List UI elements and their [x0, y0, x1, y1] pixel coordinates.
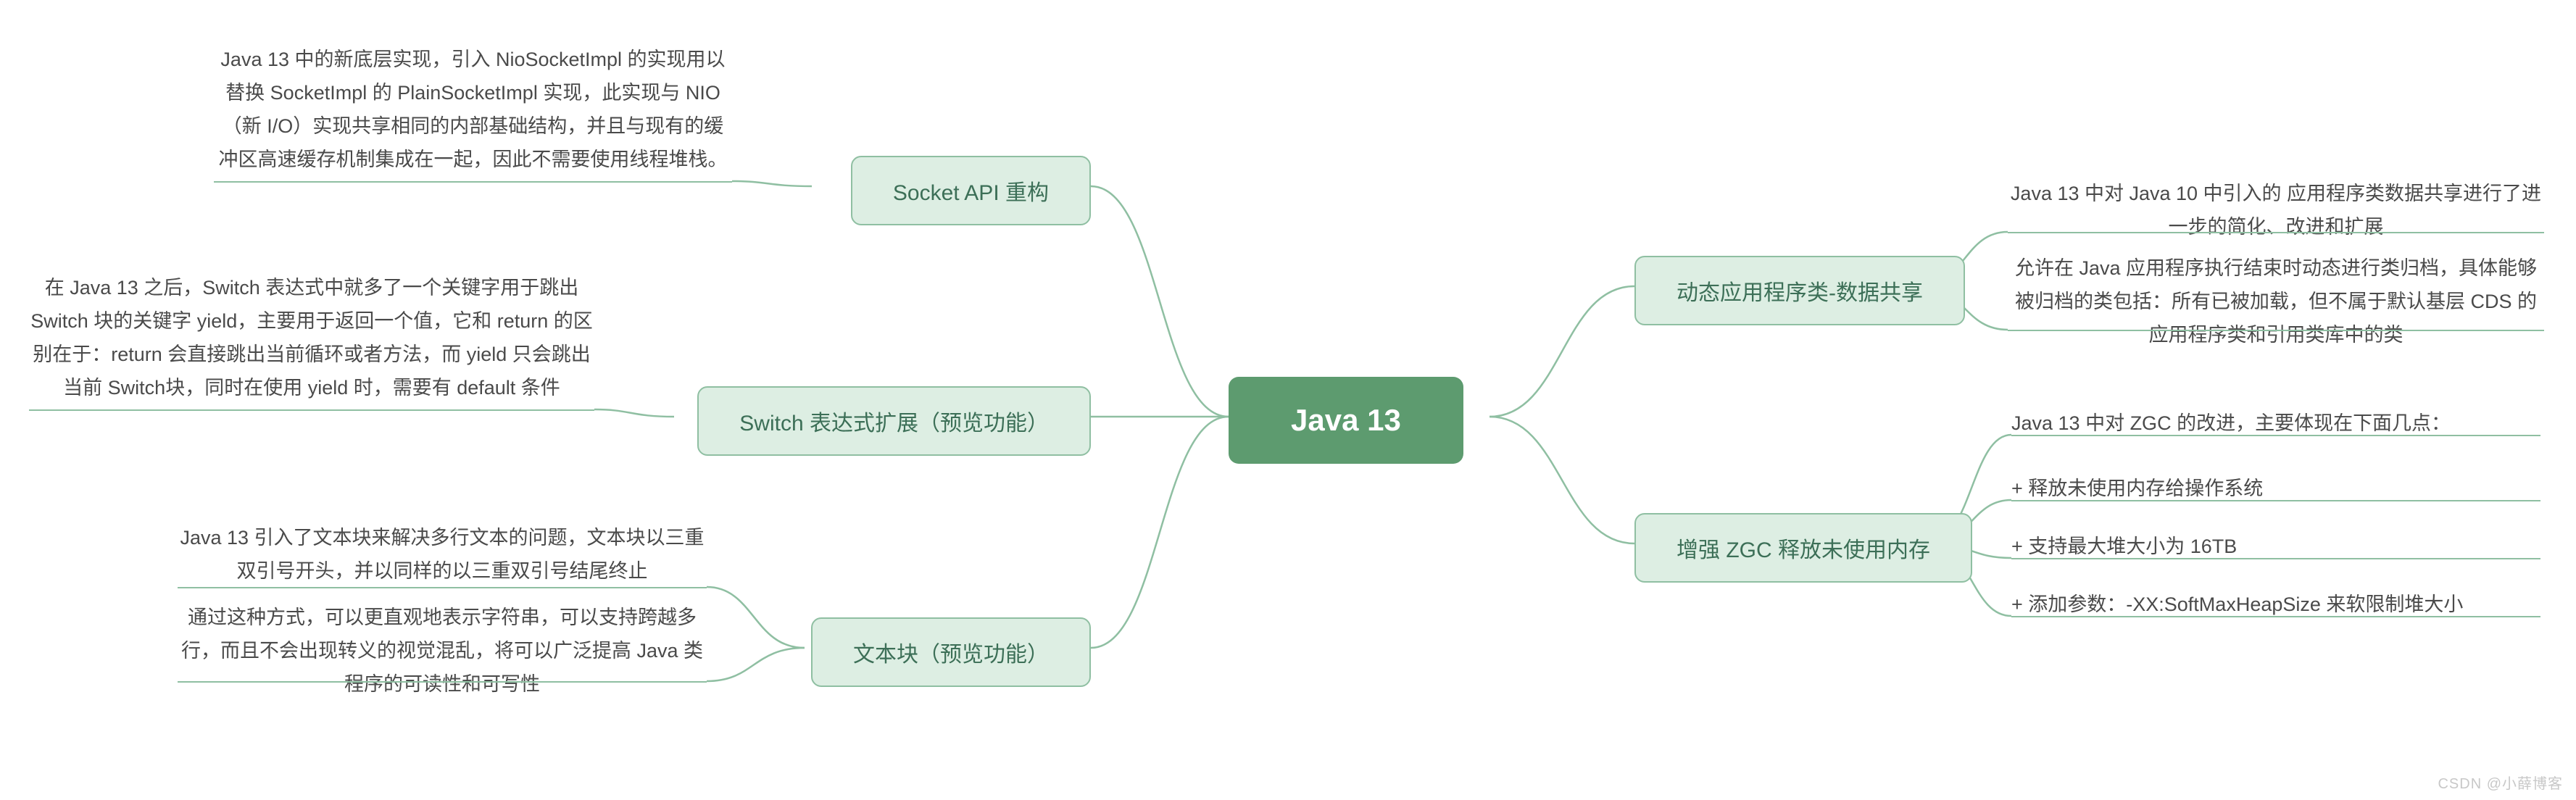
leaf-zgc-3: + 支持最大堆大小为 16TB [2011, 530, 2540, 570]
leaf-textblock-2: 通过这种方式，可以更直观地表示字符串，可以支持跨越多行，而且不会出现转义的视觉混… [178, 601, 707, 707]
leaf-zgc-4: + 添加参数：-XX:SoftMaxHeapSize 来软限制堆大小 [2011, 588, 2540, 628]
branch-label: 动态应用程序类-数据共享 [1677, 281, 1923, 305]
branch-zgc[interactable]: 增强 ZGC 释放未使用内存 [1634, 513, 1972, 583]
leaf-cds-2: 允许在 Java 应用程序执行结束时动态进行类归档，具体能够被归档的类包括：所有… [2008, 252, 2544, 358]
center-title: Java 13 [1291, 403, 1401, 437]
leaf-underline [2008, 330, 2544, 331]
watermark: CSDN @小薛博客 [2438, 772, 2563, 793]
leaf-socket-desc: Java 13 中的新底层实现，引入 NioSocketImpl 的实现用以替换… [214, 43, 732, 183]
branch-label: 增强 ZGC 释放未使用内存 [1677, 538, 1930, 562]
center-node[interactable]: Java 13 [1229, 377, 1463, 464]
leaf-cds-1: Java 13 中对 Java 10 中引入的 应用程序类数据共享进行了进一步的… [2008, 178, 2544, 250]
leaf-underline [29, 409, 594, 411]
leaf-underline [2008, 232, 2544, 233]
leaf-underline [2011, 435, 2540, 436]
leaf-zgc-2: + 释放未使用内存给操作系统 [2011, 472, 2540, 512]
leaf-underline [2011, 616, 2540, 617]
leaf-underline [2011, 500, 2540, 501]
branch-label: Switch 表达式扩展（预览功能） [739, 412, 1049, 436]
branch-label: 文本块（预览功能） [853, 643, 1049, 667]
leaf-underline [214, 181, 732, 183]
leaf-underline [2011, 558, 2540, 559]
branch-switch-expression[interactable]: Switch 表达式扩展（预览功能） [697, 386, 1091, 456]
branch-app-cds[interactable]: 动态应用程序类-数据共享 [1634, 256, 1965, 325]
leaf-underline [178, 681, 707, 683]
leaf-underline [178, 587, 707, 588]
leaf-textblock-1: Java 13 引入了文本块来解决多行文本的问题，文本块以三重双引号开头，并以同… [178, 522, 707, 594]
branch-text-block[interactable]: 文本块（预览功能） [811, 617, 1091, 687]
leaf-zgc-1: Java 13 中对 ZGC 的改进，主要体现在下面几点： [2011, 407, 2540, 446]
branch-socket-api[interactable]: Socket API 重构 [851, 156, 1091, 225]
branch-label: Socket API 重构 [893, 181, 1049, 205]
leaf-switch-desc: 在 Java 13 之后，Switch 表达式中就多了一个关键字用于跳出 Swi… [29, 272, 594, 411]
